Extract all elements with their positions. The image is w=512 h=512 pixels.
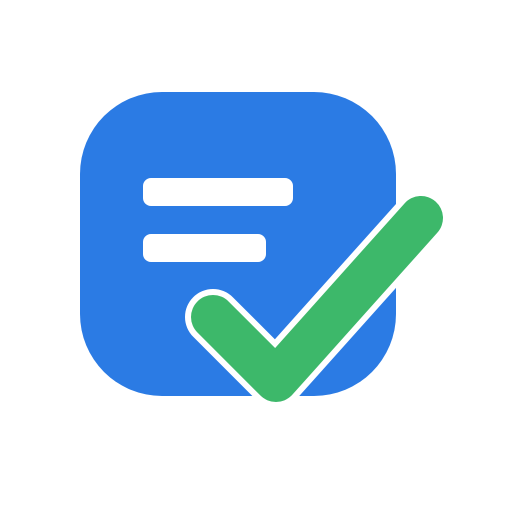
text-line-long-icon (143, 178, 293, 206)
app-icon-canvas (0, 0, 512, 512)
task-list-check-icon (80, 92, 449, 408)
text-line-short-icon (143, 234, 266, 262)
